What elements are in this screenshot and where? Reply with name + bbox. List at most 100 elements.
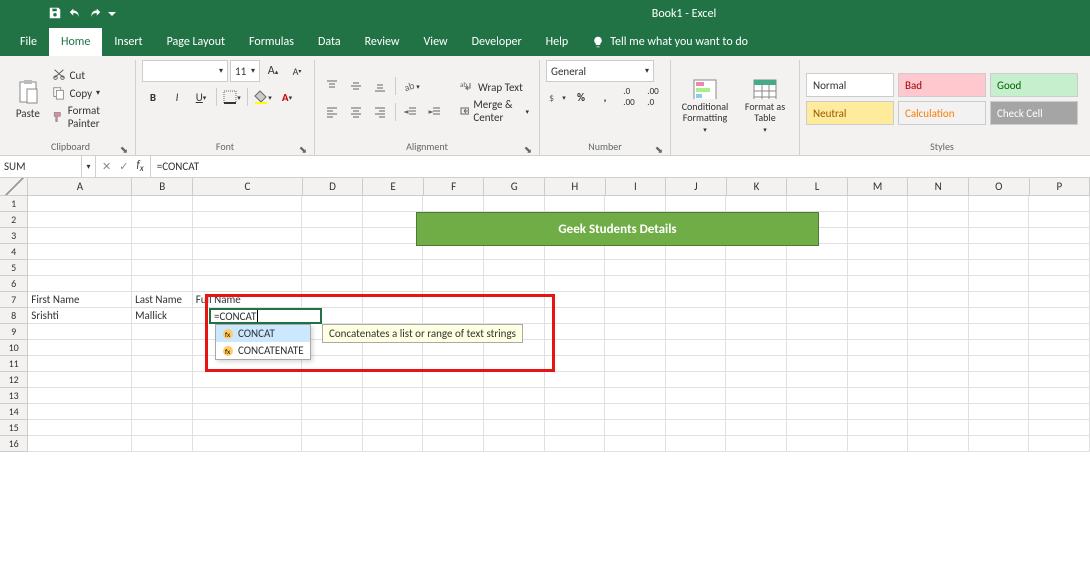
cell[interactable] (484, 356, 545, 372)
cell[interactable] (787, 340, 848, 356)
tab-review[interactable]: Review (353, 28, 412, 56)
cell[interactable] (302, 356, 363, 372)
cell[interactable] (908, 420, 969, 436)
increase-font-button[interactable]: A▴ (262, 60, 284, 82)
cell[interactable] (545, 244, 606, 260)
cell[interactable] (969, 404, 1030, 420)
cell[interactable] (193, 276, 303, 292)
cell[interactable] (726, 244, 787, 260)
cell[interactable] (666, 340, 727, 356)
cell[interactable]: Last Name (132, 292, 193, 308)
cell[interactable] (132, 244, 193, 260)
cell[interactable] (666, 404, 727, 420)
cell-style-bad[interactable]: Bad (898, 73, 986, 97)
wrap-text-button[interactable]: abWrap Text (456, 76, 533, 98)
cell[interactable] (969, 388, 1030, 404)
cell[interactable] (423, 260, 484, 276)
cell[interactable] (484, 372, 545, 388)
cell[interactable] (908, 212, 969, 228)
cell[interactable] (193, 420, 303, 436)
cell[interactable] (28, 244, 132, 260)
cell[interactable] (545, 372, 606, 388)
cell[interactable] (545, 260, 606, 276)
cell[interactable]: First Name (28, 292, 132, 308)
column-header[interactable]: P (1030, 178, 1090, 196)
cell[interactable] (423, 196, 484, 212)
cell[interactable] (545, 436, 606, 452)
autocomplete-option[interactable]: fxCONCATENATE (216, 342, 310, 359)
increase-decimal-button[interactable]: .0.00 (618, 86, 640, 108)
row-header[interactable]: 11 (0, 356, 28, 372)
cell[interactable] (848, 420, 909, 436)
cell[interactable] (848, 308, 909, 324)
column-header[interactable]: A (28, 178, 132, 196)
cell[interactable] (848, 436, 909, 452)
save-icon[interactable] (48, 6, 62, 23)
column-header[interactable]: D (303, 178, 364, 196)
cell[interactable] (302, 244, 363, 260)
alignment-dialog-launcher[interactable]: ⬊ (523, 143, 533, 153)
row-header[interactable]: 7 (0, 292, 28, 308)
cell[interactable] (605, 244, 666, 260)
cell[interactable] (605, 308, 666, 324)
cell[interactable] (605, 292, 666, 308)
row-header[interactable]: 8 (0, 308, 28, 324)
cell[interactable] (726, 340, 787, 356)
cell-style-good[interactable]: Good (990, 73, 1078, 97)
cell[interactable] (605, 388, 666, 404)
cell[interactable] (848, 244, 909, 260)
cell[interactable] (132, 340, 193, 356)
cell[interactable] (545, 308, 606, 324)
cell[interactable] (848, 292, 909, 308)
borders-button[interactable]: ▾ (221, 86, 243, 108)
cell[interactable] (363, 388, 424, 404)
cell[interactable] (787, 436, 848, 452)
cell[interactable] (302, 260, 363, 276)
cell[interactable] (302, 196, 363, 212)
cell[interactable] (787, 308, 848, 324)
row-header[interactable]: 3 (0, 228, 28, 244)
column-header[interactable]: M (848, 178, 909, 196)
formula-autocomplete[interactable]: fxCONCAT fxCONCATENATE (215, 324, 311, 360)
cell[interactable] (908, 196, 969, 212)
cell[interactable] (1029, 292, 1090, 308)
cell[interactable] (28, 260, 132, 276)
row-header[interactable]: 6 (0, 276, 28, 292)
cell[interactable] (132, 212, 193, 228)
cell[interactable] (363, 436, 424, 452)
formula-bar-input[interactable]: =CONCAT (151, 156, 1090, 177)
cell[interactable] (1029, 260, 1090, 276)
row-header[interactable]: 10 (0, 340, 28, 356)
cell[interactable] (726, 388, 787, 404)
cell[interactable] (605, 260, 666, 276)
cell[interactable] (969, 276, 1030, 292)
align-center-button[interactable] (345, 101, 367, 123)
cell[interactable] (302, 372, 363, 388)
cell[interactable] (1029, 356, 1090, 372)
decrease-font-button[interactable]: A▾ (286, 60, 308, 82)
cell[interactable] (302, 276, 363, 292)
cell[interactable] (132, 372, 193, 388)
cell[interactable] (423, 420, 484, 436)
cell[interactable] (666, 292, 727, 308)
cell[interactable] (848, 196, 909, 212)
cell[interactable] (484, 196, 545, 212)
cell[interactable] (28, 196, 132, 212)
qat-dropdown-icon[interactable] (108, 8, 116, 21)
align-right-button[interactable] (369, 101, 391, 123)
cell[interactable] (787, 388, 848, 404)
cell[interactable] (848, 228, 909, 244)
cell[interactable] (363, 356, 424, 372)
cell[interactable] (484, 244, 545, 260)
cell[interactable] (28, 276, 132, 292)
row-header[interactable]: 15 (0, 420, 28, 436)
cell[interactable] (666, 356, 727, 372)
cell[interactable] (484, 388, 545, 404)
cell[interactable] (666, 372, 727, 388)
tab-help[interactable]: Help (534, 28, 581, 56)
cell[interactable] (787, 324, 848, 340)
cell[interactable] (363, 404, 424, 420)
cell[interactable] (132, 436, 193, 452)
tab-home[interactable]: Home (49, 28, 102, 56)
cell[interactable] (666, 196, 727, 212)
